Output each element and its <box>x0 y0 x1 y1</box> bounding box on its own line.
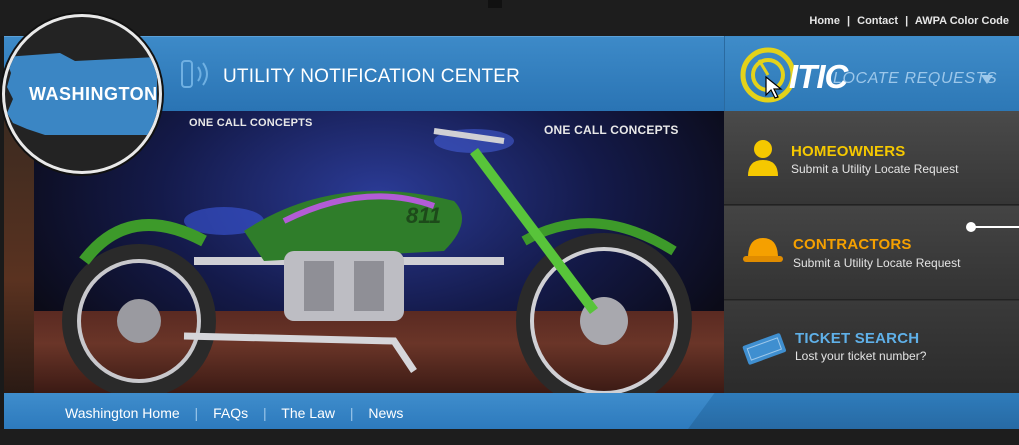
side-panels: HOMEOWNERS Submit a Utility Locate Reque… <box>724 111 1019 393</box>
nav-item-the-law[interactable]: The Law <box>281 405 335 421</box>
hard-hat-icon <box>743 238 783 262</box>
panel-contractors-subtitle: Submit a Utility Locate Request <box>793 256 961 270</box>
cursor-icon <box>765 76 783 99</box>
panel-ticket-search[interactable]: TICKET SEARCH Lost your ticket number? <box>724 301 1019 393</box>
person-icon <box>748 140 778 176</box>
top-link-home[interactable]: Home <box>809 15 840 27</box>
washington-logo[interactable]: WASHINGTON <box>2 14 162 174</box>
top-link-separator: | <box>905 15 909 27</box>
nav-right-band <box>688 393 1019 429</box>
panel-contractors-title: CONTRACTORS <box>793 236 912 253</box>
nav-separator: | <box>349 405 354 421</box>
nav-item-washington-home[interactable]: Washington Home <box>65 405 180 421</box>
logo-text: WASHINGTON <box>29 84 158 104</box>
nav-separator: | <box>194 405 199 421</box>
nav-separator: | <box>262 405 267 421</box>
header-title: UTILITY NOTIFICATION CENTER <box>223 66 521 87</box>
bike-number: 811 <box>406 203 441 228</box>
panel-homeowners-title: HOMEOWNERS <box>791 143 906 160</box>
top-link-separator: | <box>847 15 851 27</box>
top-tab-notch <box>488 0 502 8</box>
top-links: Home | Contact | AWPA Color Code <box>809 15 1009 27</box>
itic-locate-requests[interactable]: ITIC LOCATE REQUESTS <box>724 36 1019 111</box>
nav-item-news[interactable]: News <box>368 405 403 421</box>
bottom-bar <box>0 429 1019 445</box>
panel-contractors[interactable]: CONTRACTORS Submit a Utility Locate Requ… <box>724 206 1019 300</box>
nav-items: Washington Home | FAQs | The Law | News <box>65 405 403 421</box>
panel-homeowners-subtitle: Submit a Utility Locate Request <box>791 162 959 176</box>
panel-ticket-search-subtitle: Lost your ticket number? <box>795 349 927 363</box>
hotspot-line <box>975 226 1019 228</box>
nav-item-faqs[interactable]: FAQs <box>213 405 248 421</box>
dropdown-arrow-icon[interactable] <box>981 75 993 84</box>
ticket-icon <box>742 333 786 365</box>
bottom-nav: Washington Home | FAQs | The Law | News <box>4 393 1019 429</box>
itic-locate-requests-label: LOCATE REQUESTS <box>833 70 998 87</box>
top-link-contact[interactable]: Contact <box>857 15 898 27</box>
panel-ticket-search-title: TICKET SEARCH <box>795 330 920 347</box>
signal-icon <box>181 60 208 88</box>
panel-homeowners[interactable]: HOMEOWNERS Submit a Utility Locate Reque… <box>724 111 1019 205</box>
top-link-awpa-color-code[interactable]: AWPA Color Code <box>915 15 1009 27</box>
